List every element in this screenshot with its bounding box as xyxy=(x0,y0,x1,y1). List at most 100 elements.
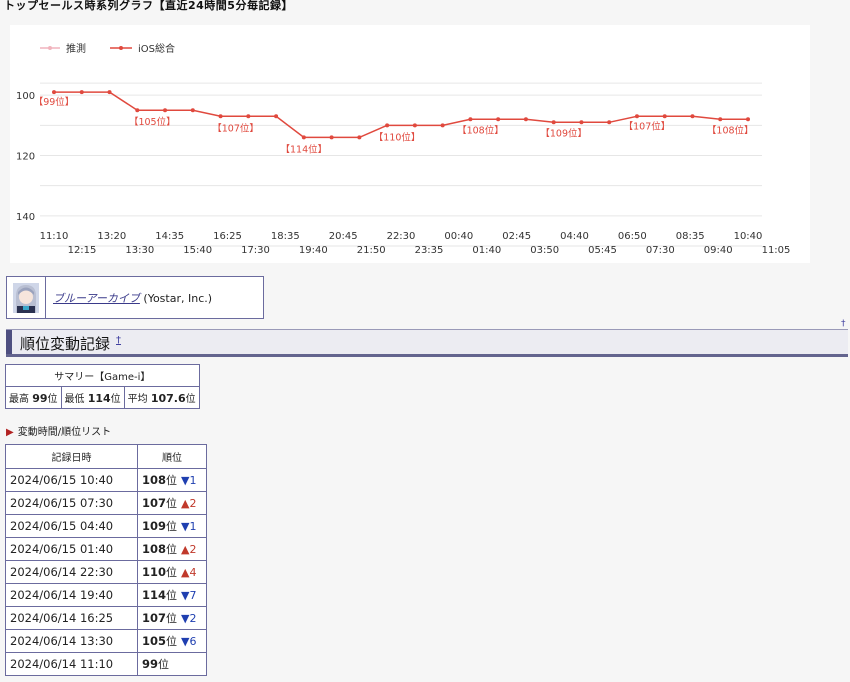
rank-unit: 位 xyxy=(166,635,178,648)
record-datetime: 2024/06/14 19:40 xyxy=(5,583,138,607)
section-title-text: 順位変動記録 xyxy=(20,335,111,353)
data-point xyxy=(412,123,417,128)
summary-best: 最高 99位 xyxy=(5,386,62,409)
record-rank: 114位 ▼7 xyxy=(137,583,207,607)
record-datetime: 2024/06/14 11:10 xyxy=(5,652,138,676)
rank-change: ▲2 xyxy=(181,543,197,556)
top-anchor-link[interactable]: † xyxy=(841,319,846,329)
rank-unit: 位 xyxy=(166,566,178,579)
x-tick-label: 03:50 xyxy=(530,245,559,256)
x-tick-label: 20:45 xyxy=(329,231,358,242)
app-publisher: (Yostar, Inc.) xyxy=(139,291,213,305)
data-point xyxy=(163,108,168,113)
x-tick-label: 14:35 xyxy=(155,231,184,242)
record-datetime: 2024/06/15 10:40 xyxy=(5,468,138,492)
record-datetime: 2024/06/14 13:30 xyxy=(5,629,138,653)
rank-unit: 位 xyxy=(166,520,178,533)
record-datetime: 2024/06/15 07:30 xyxy=(5,491,138,515)
section-header: 順位変動記録 † xyxy=(6,329,848,357)
app-name-link[interactable]: ブルーアーカイブ xyxy=(53,292,140,305)
rank-change: ▲2 xyxy=(181,497,197,510)
rank-change: ▼1 xyxy=(181,474,197,487)
y-tick-label: 100 xyxy=(16,91,35,102)
rank-value: 107 xyxy=(142,611,167,625)
data-point xyxy=(579,120,584,125)
x-tick-label: 16:25 xyxy=(213,231,242,242)
record-datetime: 2024/06/14 22:30 xyxy=(5,560,138,584)
avg-value: 107.6 xyxy=(150,392,186,405)
legend-label-estimate: 推測 xyxy=(66,42,86,55)
summary-avg: 平均 107.6位 xyxy=(123,386,200,409)
data-point xyxy=(523,117,528,122)
rank-change: ▼6 xyxy=(181,635,197,648)
x-tick-label: 10:40 xyxy=(734,231,763,242)
x-tick-label: 17:30 xyxy=(241,245,270,256)
x-tick-label: 06:50 xyxy=(618,231,647,242)
record-datetime: 2024/06/15 01:40 xyxy=(5,537,138,561)
best-unit: 位 xyxy=(47,394,58,405)
best-value: 99 xyxy=(32,392,48,405)
table-row: 2024/06/15 01:40 108位 ▲2 xyxy=(5,537,207,561)
x-tick-label: 15:40 xyxy=(183,245,212,256)
record-datetime: 2024/06/14 16:25 xyxy=(5,606,138,630)
x-tick-label: 09:40 xyxy=(704,245,733,256)
section-anchor-link[interactable]: † xyxy=(116,335,121,346)
annotation-label: 【110位】 xyxy=(374,131,421,143)
x-tick-label: 18:35 xyxy=(271,231,300,242)
rank-change: ▼7 xyxy=(181,589,197,602)
data-point xyxy=(690,114,695,119)
x-tick-label: 01:40 xyxy=(472,245,501,256)
legend-label-ios: iOS総合 xyxy=(138,42,175,55)
rank-unit: 位 xyxy=(158,658,170,671)
data-point xyxy=(468,117,473,122)
header-rank: 順位 xyxy=(137,444,207,469)
records-table: 記録日時 順位 2024/06/15 10:40 108位 ▼1 2024/06/15… xyxy=(5,444,207,676)
avg-unit: 位 xyxy=(185,394,196,405)
worst-unit: 位 xyxy=(110,394,121,405)
rank-value: 109 xyxy=(142,519,167,533)
annotation-label: 【105位】 xyxy=(129,116,176,128)
record-rank: 107位 ▼2 xyxy=(137,606,207,630)
rank-unit: 位 xyxy=(166,497,178,510)
record-datetime: 2024/06/15 04:40 xyxy=(5,514,138,538)
annotation-label: 【107位】 xyxy=(624,120,671,132)
rank-value: 105 xyxy=(142,634,167,648)
page-title: トップセールス時系列グラフ【直近24時間5分毎記録】 xyxy=(4,0,293,12)
record-rank: 108位 ▼1 xyxy=(137,468,207,492)
app-thumbnail[interactable] xyxy=(7,277,46,318)
annotation-label: 【114位】 xyxy=(281,143,328,155)
rank-chart: 100 120 140 11:10 13:20 14:35 16:25 18:35 20:45 2… xyxy=(10,25,810,263)
list-toggle-label: 変動時間/順位リスト xyxy=(17,427,112,438)
record-rank: 107位 ▲2 xyxy=(137,491,207,515)
x-tick-label: 02:45 xyxy=(502,231,531,242)
data-point xyxy=(190,108,195,113)
record-rank: 109位 ▼1 xyxy=(137,514,207,538)
x-tick-label: 19:40 xyxy=(299,245,328,256)
annotation-label: 【107位】 xyxy=(212,122,259,134)
table-row: 2024/06/14 19:40 114位 ▼7 xyxy=(5,583,207,607)
y-tick-label: 120 xyxy=(16,151,35,162)
data-point xyxy=(357,135,362,140)
y-tick-label: 140 xyxy=(16,212,35,223)
table-row: 2024/06/15 10:40 108位 ▼1 xyxy=(5,468,207,492)
rank-unit: 位 xyxy=(166,589,178,602)
data-point xyxy=(218,114,223,119)
x-tick-label: 21:50 xyxy=(357,245,386,256)
legend-marker-estimate xyxy=(48,46,52,50)
summary-table: サマリー【Game-i】 最高 99位 最低 114位 平均 107.6位 xyxy=(5,364,200,409)
table-row: 2024/06/15 07:30 107位 ▲2 xyxy=(5,491,207,515)
x-tick-label: 05:45 xyxy=(588,245,617,256)
annotation-label: 【108位】 xyxy=(707,124,754,136)
record-rank: 108位 ▲2 xyxy=(137,537,207,561)
x-tick-label: 07:30 xyxy=(646,245,675,256)
table-row: 2024/06/14 22:30 110位 ▲4 xyxy=(5,560,207,584)
list-toggle[interactable]: ▶ 変動時間/順位リスト xyxy=(6,423,111,438)
avg-label: 平均 xyxy=(127,394,148,405)
triangle-right-icon: ▶ xyxy=(6,427,14,438)
rank-value: 99 xyxy=(142,657,159,671)
x-tick-label: 08:35 xyxy=(676,231,705,242)
data-point xyxy=(746,117,750,122)
data-point xyxy=(385,123,390,128)
annotation-label: 【109位】 xyxy=(540,127,587,139)
data-point xyxy=(246,114,251,119)
